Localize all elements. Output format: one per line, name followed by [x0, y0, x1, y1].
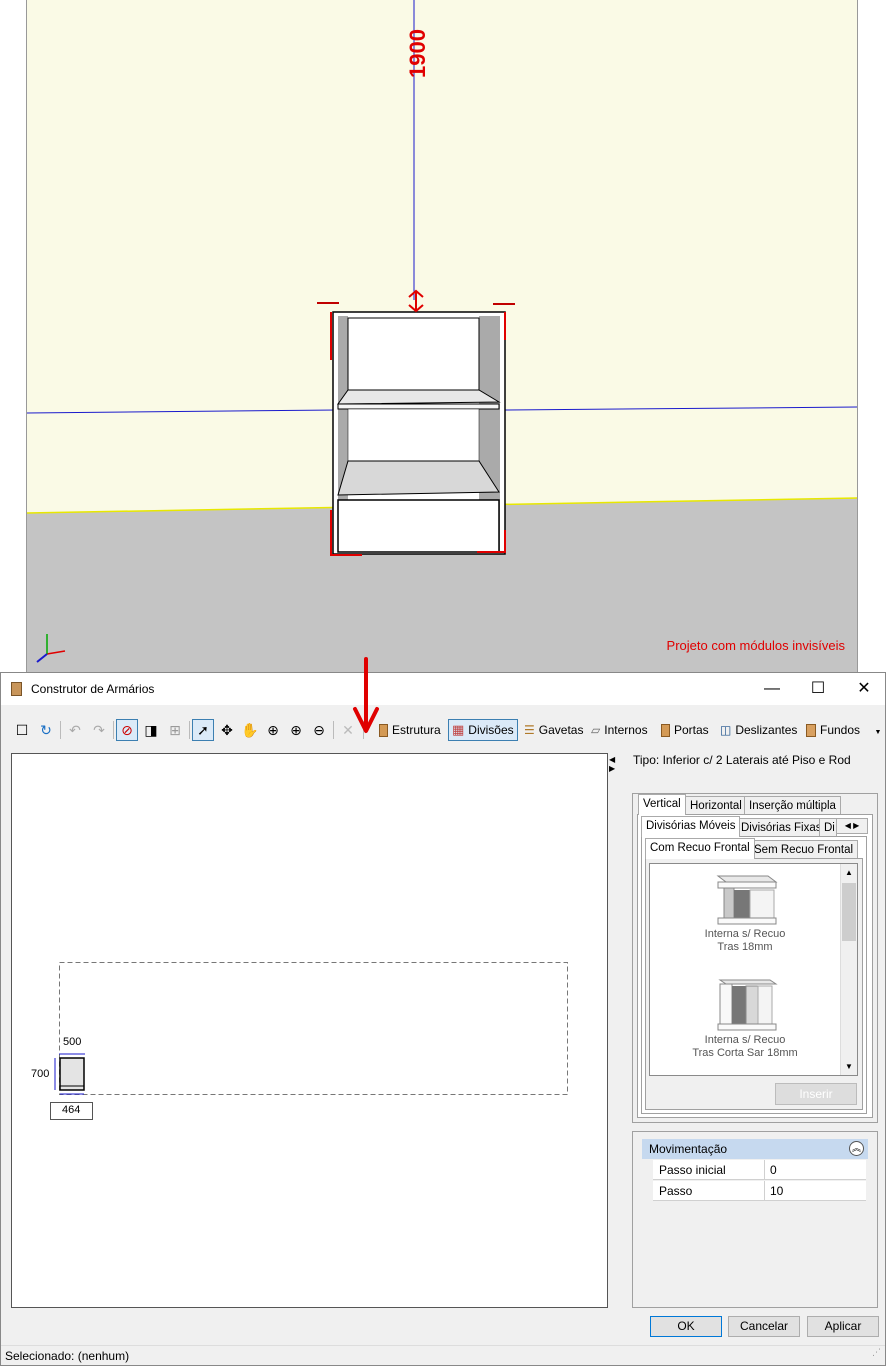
division-item-list[interactable]: Interna s/ Recuo Tras 18mm Interna s/ Re…	[649, 863, 858, 1076]
panel-icon[interactable]: ◨	[140, 719, 162, 741]
cancel-button[interactable]: Cancelar	[728, 1316, 800, 1337]
horizontal-guide-left	[27, 409, 338, 414]
tab-di[interactable]: Di	[819, 818, 837, 837]
title-bar[interactable]: Construtor de Armários — ☐ ✕	[1, 673, 885, 705]
selection-status: Selecionado: (nenhum)	[5, 1349, 130, 1363]
back-panel-icon	[806, 723, 816, 737]
tab-sem-recuo-frontal[interactable]: Sem Recuo Frontal	[749, 840, 859, 859]
drawing-canvas[interactable]: 500 700 464	[11, 753, 608, 1308]
minimize-button[interactable]: —	[749, 673, 795, 705]
gavetas-label: Gavetas	[538, 723, 584, 737]
item-label-line2: Tras Corta Sar 18mm	[692, 1047, 798, 1059]
apply-button[interactable]: Aplicar	[807, 1316, 879, 1337]
structure-icon	[379, 723, 388, 737]
movement-header[interactable]: Movimentação ︽	[642, 1139, 868, 1159]
division-thumbnail-icon	[717, 979, 778, 1031]
tab-estrutura[interactable]: Estrutura	[375, 719, 445, 741]
maximize-button[interactable]: ☐	[795, 673, 841, 705]
status-bar: Selecionado: (nenhum) ⋰	[1, 1345, 885, 1365]
insert-button[interactable]: Inserir	[775, 1083, 857, 1105]
3d-viewport[interactable]: 1900 Projeto com módulos invisíveis	[26, 0, 858, 672]
list-item[interactable]: Interna s/ Recuo Tras 18mm	[650, 868, 840, 954]
view-2d-icon[interactable]: ⊘	[116, 719, 138, 741]
resize-grip-icon[interactable]: ⋰	[872, 1342, 881, 1362]
passo-input[interactable]: 10	[770, 1181, 783, 1201]
prop-row-passo[interactable]: Passo 10	[653, 1181, 866, 1201]
sliding-door-icon: ◫	[720, 723, 732, 737]
door-icon	[661, 723, 670, 737]
plan-view[interactable]	[12, 754, 607, 1307]
portas-label: Portas	[674, 723, 709, 737]
scroll-thumb[interactable]	[842, 883, 856, 941]
zoom-out-icon[interactable]: ⊖	[308, 719, 330, 741]
collapse-icon[interactable]: ︽	[849, 1141, 864, 1156]
cabinet-3d[interactable]	[317, 289, 515, 556]
horizontal-guide-right	[504, 406, 857, 411]
cabinet-builder-dialog: Construtor de Armários — ☐ ✕ ☐ ↻ ↶ ↷ ⊘ ◨…	[0, 672, 886, 1366]
ok-button[interactable]: OK	[650, 1316, 722, 1337]
new-icon[interactable]: ☐	[11, 719, 33, 741]
item-label-line1: Interna s/ Recuo	[704, 1034, 786, 1046]
height-dimension-label: 1900	[405, 29, 430, 78]
collapse-arrows-icon[interactable]: ◀ ▶	[609, 755, 615, 773]
grid-icon[interactable]: ⊞	[164, 719, 186, 741]
toolbar: ☐ ↻ ↶ ↷ ⊘ ◨ ⊞ ➚ ✥ ✋ ⊕ ⊕ ⊖ ✕ Estrutura ▦ D…	[9, 717, 881, 745]
tab-divisorias-moveis[interactable]: Divisórias Móveis	[641, 816, 741, 837]
3d-scene[interactable]	[27, 0, 858, 672]
tab-portas[interactable]: Portas	[657, 719, 713, 741]
tab-horizontal[interactable]: Horizontal	[685, 796, 747, 815]
tab-com-recuo-frontal[interactable]: Com Recuo Frontal	[645, 838, 755, 859]
tab-internos[interactable]: ▱ Internos	[587, 719, 652, 741]
undo-icon[interactable]: ↶	[64, 719, 86, 741]
passo-inicial-input[interactable]: 0	[770, 1160, 777, 1180]
divisoes-label: Divisões	[468, 723, 514, 737]
width-dimension: 500	[63, 1036, 82, 1048]
tab-fundos[interactable]: Fundos	[802, 719, 864, 741]
pan-hand-icon[interactable]: ✋	[239, 719, 261, 741]
floor-area-outline	[59, 962, 568, 1095]
invisible-modules-note: Projeto com módulos invisíveis	[666, 638, 845, 653]
toolbar-overflow-icon[interactable]: ▼	[873, 727, 883, 737]
deslizantes-label: Deslizantes	[735, 723, 798, 737]
cabinet-app-icon	[11, 682, 22, 696]
division-thumbnail-icon	[716, 875, 778, 925]
redo-icon[interactable]: ↷	[88, 719, 110, 741]
annotation-arrow-icon	[353, 657, 379, 733]
list-scrollbar[interactable]: ▲ ▼	[840, 864, 857, 1075]
tab-deslizantes[interactable]: ◫ Deslizantes	[716, 719, 801, 741]
prop-key: Passo inicial	[659, 1163, 726, 1177]
internos-label: Internos	[604, 723, 648, 737]
estrutura-label: Estrutura	[392, 723, 441, 737]
prop-row-passo-inicial[interactable]: Passo inicial 0	[653, 1160, 866, 1180]
refresh-icon[interactable]: ↻	[35, 719, 57, 741]
select-pointer-icon[interactable]: ➚	[192, 719, 214, 741]
tab-scroll-arrows-icon[interactable]: ◀ ▶	[836, 818, 868, 834]
scroll-up-icon[interactable]: ▲	[841, 864, 857, 881]
item-label-line2: Tras 18mm	[717, 941, 773, 953]
scroll-down-icon[interactable]: ▼	[841, 1058, 857, 1075]
tab-gavetas[interactable]: ☰ Gavetas	[520, 719, 587, 741]
drawers-icon: ☰	[524, 723, 535, 737]
dialog-title: Construtor de Armários	[31, 682, 155, 696]
height-dimension: 700	[31, 1068, 50, 1080]
cabinet-type-label: Tipo: Inferior c/ 2 Laterais até Piso e …	[633, 753, 851, 767]
fundos-label: Fundos	[820, 723, 861, 737]
internals-icon: ▱	[591, 723, 601, 737]
tab-divisorias-fixas[interactable]: Divisórias Fixas	[736, 818, 827, 837]
depth-dimension: 464	[62, 1104, 81, 1116]
zoom-extents-icon[interactable]: ⊕	[262, 719, 284, 741]
prop-key: Passo	[659, 1184, 693, 1198]
zoom-in-icon[interactable]: ⊕	[285, 719, 307, 741]
tab-insercao-multipla[interactable]: Inserção múltipla	[744, 796, 841, 815]
tab-vertical[interactable]: Vertical	[638, 794, 686, 815]
list-item[interactable]: Interna s/ Recuo Tras Corta Sar 18mm	[650, 974, 840, 1060]
divisions-grid-icon: ▦	[452, 722, 465, 737]
close-button[interactable]: ✕	[841, 673, 886, 705]
move-icon[interactable]: ✥	[216, 719, 238, 741]
item-label-line1: Interna s/ Recuo	[704, 928, 786, 940]
movement-title: Movimentação	[649, 1142, 728, 1156]
tab-divisoes[interactable]: ▦ Divisões	[448, 719, 518, 741]
